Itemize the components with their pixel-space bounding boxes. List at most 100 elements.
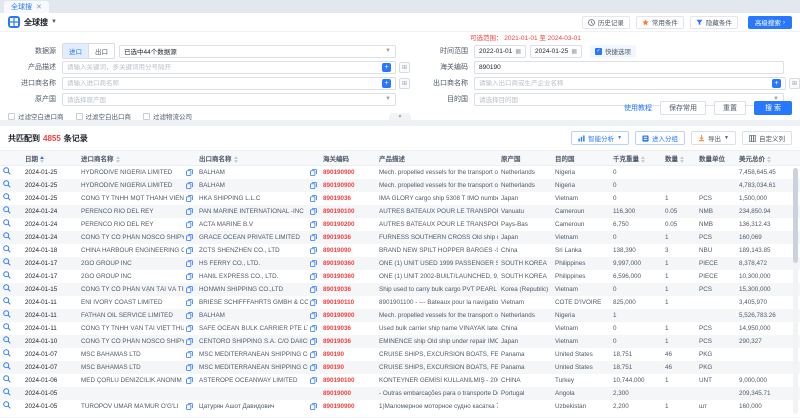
table-row[interactable]: 2024-01-24 CÔNG TY CỔ PHẦN NOSCO SHIPYAR… (0, 231, 800, 244)
column-header[interactable]: 产品描述 (376, 151, 498, 166)
copy-icon[interactable] (310, 286, 317, 293)
row-detail-search-icon[interactable] (3, 193, 11, 201)
copy-icon[interactable] (310, 338, 317, 345)
copy-icon[interactable] (186, 351, 193, 358)
column-header[interactable]: 目的国 (552, 151, 610, 166)
row-detail-search-icon[interactable] (3, 232, 11, 240)
column-header[interactable]: 日期 (22, 151, 78, 166)
copy-icon[interactable] (186, 338, 193, 345)
table-row[interactable]: 2024-01-24 PERENCO RIO DEL REY ACTA MARI… (0, 218, 800, 231)
copy-icon[interactable] (310, 299, 317, 306)
search-button[interactable]: 搜 索 (754, 101, 792, 115)
tab-close-icon[interactable]: ✕ (36, 3, 42, 11)
row-detail-search-icon[interactable] (3, 271, 11, 279)
copy-icon[interactable] (310, 351, 317, 358)
copy-icon[interactable] (186, 247, 193, 254)
copy-icon[interactable] (186, 221, 193, 228)
collapse-filter-button[interactable]: ▼ (389, 113, 411, 121)
row-detail-search-icon[interactable] (3, 167, 11, 175)
date-start-field[interactable]: 2022-01-01▦ (474, 45, 526, 58)
more-options-icon[interactable]: ⊞ (789, 78, 800, 89)
save-common-button[interactable]: 保存常用 (660, 101, 706, 115)
favorite-conditions-button[interactable]: 常用条件 (636, 16, 684, 29)
reset-button[interactable]: 重置 (714, 101, 746, 115)
copy-icon[interactable] (186, 195, 193, 202)
table-row[interactable]: 2024-01-18 CHINA HARBOUR ENGINEERING CO … (0, 244, 800, 257)
copy-icon[interactable] (186, 273, 193, 280)
column-header[interactable]: 出口商名称 (196, 151, 320, 166)
copy-icon[interactable] (186, 234, 193, 241)
table-row[interactable]: 2024-01-15 CÔNG TY CỔ PHẦN VẬN TẢI VÀ TI… (0, 283, 800, 296)
smart-analysis-button[interactable]: 智能分析▼ (571, 131, 629, 145)
hide-conditions-button[interactable]: 隐藏条件 (690, 16, 738, 29)
copy-icon[interactable] (310, 364, 317, 371)
table-row[interactable]: 2024-01-11 ENI IVORY COAST LIMITED BRIES… (0, 296, 800, 309)
batch-input-icon[interactable]: + (382, 63, 391, 72)
exporter-input[interactable] (479, 80, 769, 87)
column-header[interactable]: 原产国 (498, 151, 552, 166)
row-detail-search-icon[interactable] (3, 388, 11, 396)
quick-options-toggle[interactable]: ✓ 快捷选项 (590, 45, 636, 58)
more-options-icon[interactable]: ⊞ (399, 78, 410, 89)
product-desc-input[interactable] (67, 64, 379, 71)
table-row[interactable]: 2024-01-11 FATHAN OIL SERVICE LIMITED BA… (0, 309, 800, 322)
copy-icon[interactable] (186, 169, 193, 176)
table-row[interactable]: 2024-01-24 PERENCO RIO DEL REY PAN MARIN… (0, 205, 800, 218)
table-row[interactable]: 2024-01-10 CÔNG TY CỔ PHẦN NOSCO SHIPYAR… (0, 335, 800, 348)
copy-icon[interactable] (186, 364, 193, 371)
row-detail-search-icon[interactable] (3, 310, 11, 318)
copy-icon[interactable] (186, 260, 193, 267)
copy-icon[interactable] (186, 208, 193, 215)
row-detail-search-icon[interactable] (3, 297, 11, 305)
column-header[interactable]: 美元总价 (736, 151, 800, 166)
copy-icon[interactable] (186, 377, 193, 384)
copy-icon[interactable] (310, 234, 317, 241)
table-row[interactable]: 2024-01-11 CÔNG TY TNHH VẬN TẢI VIỆT THU… (0, 322, 800, 335)
batch-input-icon[interactable]: + (382, 79, 391, 88)
copy-icon[interactable] (310, 377, 317, 384)
copy-icon[interactable] (186, 299, 193, 306)
enter-group-button[interactable]: 进入分组 (635, 131, 685, 145)
tab-global-search[interactable]: 全球搜 ✕ (4, 1, 49, 13)
column-header[interactable]: 海关编码 (320, 151, 376, 166)
copy-icon[interactable] (186, 182, 193, 189)
column-header[interactable]: 数量单位 (696, 151, 736, 166)
copy-icon[interactable] (310, 169, 317, 176)
row-detail-search-icon[interactable] (3, 219, 11, 227)
copy-icon[interactable] (310, 325, 317, 332)
table-row[interactable]: 2024-01-25 HYDRODIVE NIGERIA LIMITED BAL… (0, 179, 800, 192)
table-row[interactable]: 2024-01-25 CÔNG TY TNHH MỘT THÀNH VIÊN Đ… (0, 192, 800, 205)
row-detail-search-icon[interactable] (3, 258, 11, 266)
row-detail-search-icon[interactable] (3, 284, 11, 292)
row-detail-search-icon[interactable] (3, 375, 11, 383)
table-row[interactable]: 2024-01-06 MED ÇORLU DENİZCİLİK ANONİM Ş… (0, 374, 800, 387)
filter-logistics-checkbox[interactable]: 过滤物流公司 (143, 111, 192, 121)
copy-icon[interactable] (310, 403, 317, 410)
custom-columns-button[interactable]: 自定义列 (742, 131, 792, 145)
history-button[interactable]: 历史记录 (582, 16, 630, 29)
table-row[interactable]: 2024-01-25 HYDRODIVE NIGERIA LIMITED BAL… (0, 166, 800, 179)
more-options-icon[interactable]: ⊞ (399, 62, 410, 73)
importer-input[interactable] (67, 80, 379, 87)
tutorial-link[interactable]: 使用教程 (624, 103, 652, 113)
column-header[interactable]: 进口商名称 (78, 151, 196, 166)
row-detail-search-icon[interactable] (3, 349, 11, 357)
table-row[interactable]: 2024-01-05 89019000 - Outras embarcações… (0, 387, 800, 400)
scrollbar-thumb[interactable] (793, 168, 798, 263)
batch-input-icon[interactable]: + (772, 79, 781, 88)
filter-blank-exporter-checkbox[interactable]: 过滤空白出口商 (76, 111, 132, 121)
table-row[interactable]: 2024-01-07 MSC BAHAMAS LTD MSC MEDITERRA… (0, 361, 800, 374)
export-toggle[interactable]: 出口 (88, 44, 114, 58)
row-detail-search-icon[interactable] (3, 245, 11, 253)
row-detail-search-icon[interactable] (3, 323, 11, 331)
row-detail-search-icon[interactable] (3, 180, 11, 188)
row-detail-search-icon[interactable] (3, 362, 11, 370)
copy-icon[interactable] (310, 182, 317, 189)
export-button[interactable]: 导出▼ (691, 131, 736, 145)
filter-blank-importer-checkbox[interactable]: 过滤空白进口商 (8, 111, 64, 121)
column-header[interactable]: 千克重量 (610, 151, 662, 166)
copy-icon[interactable] (310, 260, 317, 267)
copy-icon[interactable] (186, 286, 193, 293)
copy-icon[interactable] (186, 325, 193, 332)
copy-icon[interactable] (310, 273, 317, 280)
